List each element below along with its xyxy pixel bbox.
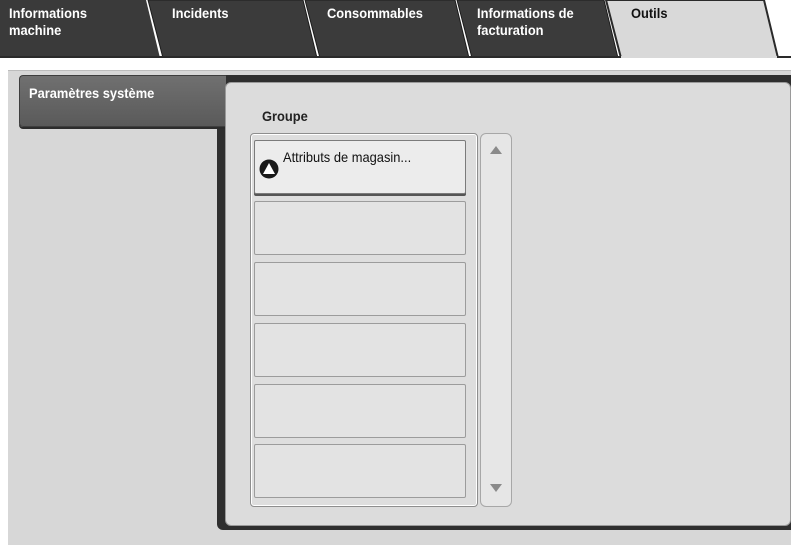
scroll-up-button[interactable] xyxy=(481,140,511,162)
scroll-track[interactable] xyxy=(483,168,509,472)
list-item-attributs-magasin[interactable]: Attributs de magasin... xyxy=(254,140,466,194)
tab-label-consommables: Consommables xyxy=(327,5,423,21)
list-item[interactable] xyxy=(254,262,466,316)
tab-bar: Informations machine Incidents Consommab… xyxy=(0,0,791,58)
arrow-down-icon xyxy=(490,484,502,492)
list-scrollbar[interactable] xyxy=(480,133,512,507)
sidebar-item-label: Paramètres système xyxy=(29,85,155,101)
scroll-down-button[interactable] xyxy=(481,478,511,500)
arrow-up-icon xyxy=(490,146,502,154)
group-list: Attributs de magasin... xyxy=(250,133,478,507)
list-item-label: Attributs de magasin... xyxy=(283,149,412,165)
list-item[interactable] xyxy=(254,444,466,498)
group-title: Groupe xyxy=(262,108,308,124)
list-item[interactable] xyxy=(254,384,466,438)
triangle-up-circle-icon xyxy=(259,159,279,179)
tab-label-informations-machine: Informations machine xyxy=(9,5,87,38)
list-item[interactable] xyxy=(254,201,466,255)
tab-label-incidents: Incidents xyxy=(172,5,229,21)
sidebar-item-parametres-systeme[interactable]: Paramètres système xyxy=(19,75,226,127)
list-item[interactable] xyxy=(254,323,466,377)
main-panel: Paramètres système Groupe Attributs de m… xyxy=(8,70,791,545)
group-panel: Groupe Attributs de magasin... xyxy=(225,82,791,526)
tab-label-informations-facturation: Informations de facturation xyxy=(477,5,574,38)
tab-label-outils: Outils xyxy=(631,5,668,21)
